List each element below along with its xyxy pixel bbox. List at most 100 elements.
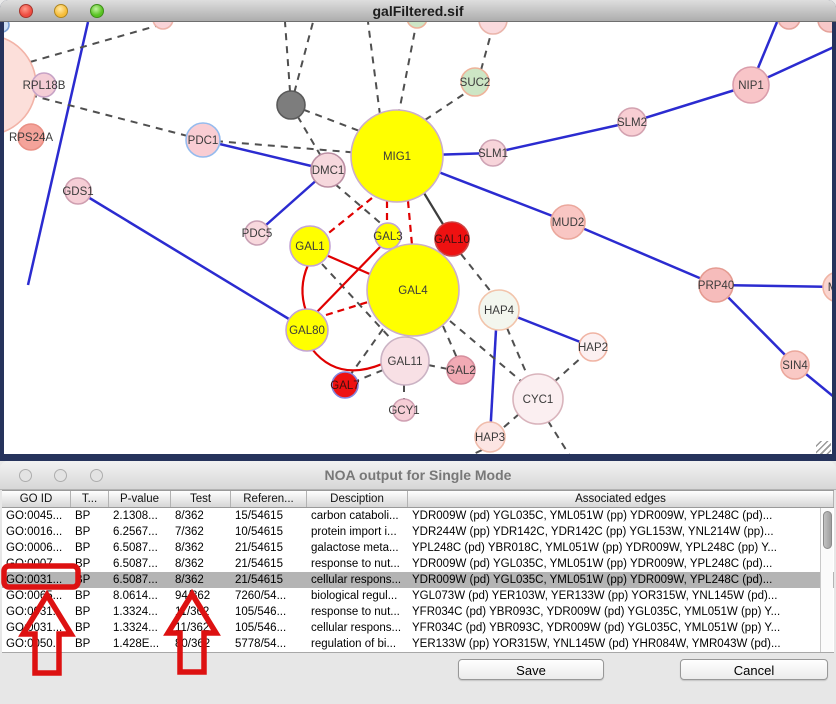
network-edge[interactable]	[203, 140, 328, 170]
node-label: DMC1	[312, 165, 345, 177]
network-edge[interactable]	[356, 370, 383, 381]
network-edge[interactable]	[490, 312, 497, 437]
table-cell: GO:0065...	[2, 588, 71, 604]
node-label: PDC1	[188, 135, 219, 147]
noa-output-window: NOA output for Single Mode GO IDT...P-va…	[0, 461, 836, 704]
node-label: MUD2	[552, 217, 585, 229]
network-edge[interactable]	[568, 222, 716, 285]
table-row[interactable]: GO:0016...BP6.2567...7/36210/54615protei…	[2, 524, 834, 540]
network-edge[interactable]	[443, 326, 457, 358]
network-edge[interactable]	[30, 24, 163, 62]
table-row[interactable]: GO:0007...BP6.5087...8/36221/54615respon…	[2, 556, 834, 572]
network-edge[interactable]	[302, 265, 308, 311]
table-row[interactable]: GO:0045...BP2.1308...8/36215/54615carbon…	[2, 508, 834, 524]
table-cell: GO:0045...	[2, 508, 71, 524]
node-label: GAL2	[446, 365, 475, 377]
table-cell: biological regul...	[307, 588, 408, 604]
table-cell: BP	[71, 540, 109, 556]
table-cell: 1.3324...	[109, 604, 171, 620]
column-header-associated-edges[interactable]: Associated edges	[408, 491, 834, 507]
node-label: RPS24A	[9, 132, 53, 144]
network-edge[interactable]	[548, 421, 570, 454]
table-cell: BP	[71, 604, 109, 620]
node-label: GCY1	[388, 405, 419, 417]
table-cell: 10/54615	[231, 524, 307, 540]
node-label: MIG1	[383, 151, 411, 163]
node-label: MSI	[828, 282, 832, 294]
table-cell: 11/362	[171, 604, 231, 620]
table-cell: carbon cataboli...	[307, 508, 408, 524]
table-cell: cellular respons...	[307, 572, 408, 588]
node-label: SIN4	[782, 360, 808, 372]
table-cell: 8/362	[171, 540, 231, 556]
network-edge[interactable]	[320, 198, 372, 240]
network-node-fragment[interactable]	[4, 22, 9, 32]
table-cell: 11/362	[171, 620, 231, 636]
column-header-t[interactable]: T...	[71, 491, 109, 507]
network-edge[interactable]	[493, 122, 632, 153]
network-edge[interactable]	[399, 22, 417, 112]
network-edge[interactable]	[30, 95, 203, 140]
table-cell: 1.3324...	[109, 620, 171, 636]
table-cell: GO:0016...	[2, 524, 71, 540]
column-header-p-value[interactable]: P-value	[109, 491, 171, 507]
network-edge[interactable]	[465, 450, 482, 454]
table-row[interactable]: GO:0031...BP6.5087...8/36221/54615cellul…	[2, 572, 834, 588]
network-node-fragment[interactable]	[153, 22, 173, 29]
node-label: PDC5	[242, 228, 273, 240]
table-row[interactable]: GO:0006...BP6.5087...8/36221/54615galact…	[2, 540, 834, 556]
table-row[interactable]: GO:0050...BP1.428E...80/3625778/54...reg…	[2, 636, 834, 652]
network-node-fragment[interactable]	[479, 22, 507, 34]
network-edge[interactable]	[503, 414, 519, 428]
network-edge[interactable]	[425, 92, 467, 120]
network-node-fragment[interactable]	[277, 91, 305, 119]
table-row[interactable]: GO:0031...BP1.3324...11/362105/546...res…	[2, 604, 834, 620]
table-row[interactable]: GO:0065...BP8.0614...94/3627260/54...bio…	[2, 588, 834, 604]
table-cell: 6.5087...	[109, 540, 171, 556]
table-cell: regulation of bi...	[307, 636, 408, 652]
network-edge[interactable]	[326, 255, 372, 275]
table-cell: 5778/54...	[231, 636, 307, 652]
column-header-referen[interactable]: Referen...	[231, 491, 307, 507]
save-button[interactable]: Save	[458, 659, 604, 680]
network-node-fragment[interactable]	[778, 22, 800, 29]
network-edge[interactable]	[507, 328, 528, 377]
column-header-desciption[interactable]: Desciption	[307, 491, 408, 507]
node-label: GAL80	[289, 325, 325, 337]
network-edge[interactable]	[408, 201, 412, 245]
network-window-titlebar[interactable]: galFiltered.sif	[0, 0, 836, 22]
node-label: GAL1	[295, 241, 324, 253]
table-cell: YER133W (pp) YOR315W, YNL145W (pd) YHR08…	[408, 636, 834, 652]
node-label: GDS1	[62, 186, 93, 198]
network-edge[interactable]	[78, 191, 307, 330]
node-label: SLM1	[478, 148, 508, 160]
table-row[interactable]: GO:0031...BP1.3324...11/362105/546...cel…	[2, 620, 834, 636]
cancel-button[interactable]: Cancel	[680, 659, 828, 680]
table-cell: 21/54615	[231, 572, 307, 588]
table-cell: YFR034C (pd) YBR093C, YDR009W (pd) YGL03…	[408, 604, 834, 620]
network-edge[interactable]	[326, 302, 368, 315]
resize-grip-icon[interactable]	[816, 441, 831, 454]
column-header-go-id[interactable]: GO ID	[2, 491, 71, 507]
node-label: GAL4	[398, 285, 428, 297]
network-edge[interactable]	[461, 254, 492, 293]
network-edge[interactable]	[428, 365, 448, 369]
node-label: GAL3	[373, 231, 402, 243]
table-cell: YDR009W (pd) YGL035C, YML051W (pp) YDR00…	[408, 556, 834, 572]
vertical-scrollbar[interactable]	[820, 508, 833, 652]
network-node-fragment[interactable]	[818, 22, 832, 32]
network-edge[interactable]	[554, 356, 583, 382]
network-edge[interactable]	[481, 30, 492, 70]
node-label: PRP40	[698, 280, 734, 292]
column-header-test[interactable]: Test	[171, 491, 231, 507]
scrollbar-thumb[interactable]	[823, 511, 832, 549]
network-node-fragment[interactable]	[407, 22, 427, 28]
noa-window-titlebar[interactable]: NOA output for Single Mode	[0, 461, 836, 490]
network-canvas[interactable]: RPL18BRPS24AGDS1PDC1DMC1MIG1SUC2SLM1SLM2…	[4, 22, 832, 454]
network-edge[interactable]	[368, 22, 380, 115]
network-edge[interactable]	[351, 329, 383, 374]
table-cell: YDR244W (pp) YDR142C, YDR142C (pp) YGL15…	[408, 524, 834, 540]
network-edge[interactable]	[28, 22, 88, 285]
table-cell: BP	[71, 636, 109, 652]
network-edge[interactable]	[312, 349, 382, 370]
